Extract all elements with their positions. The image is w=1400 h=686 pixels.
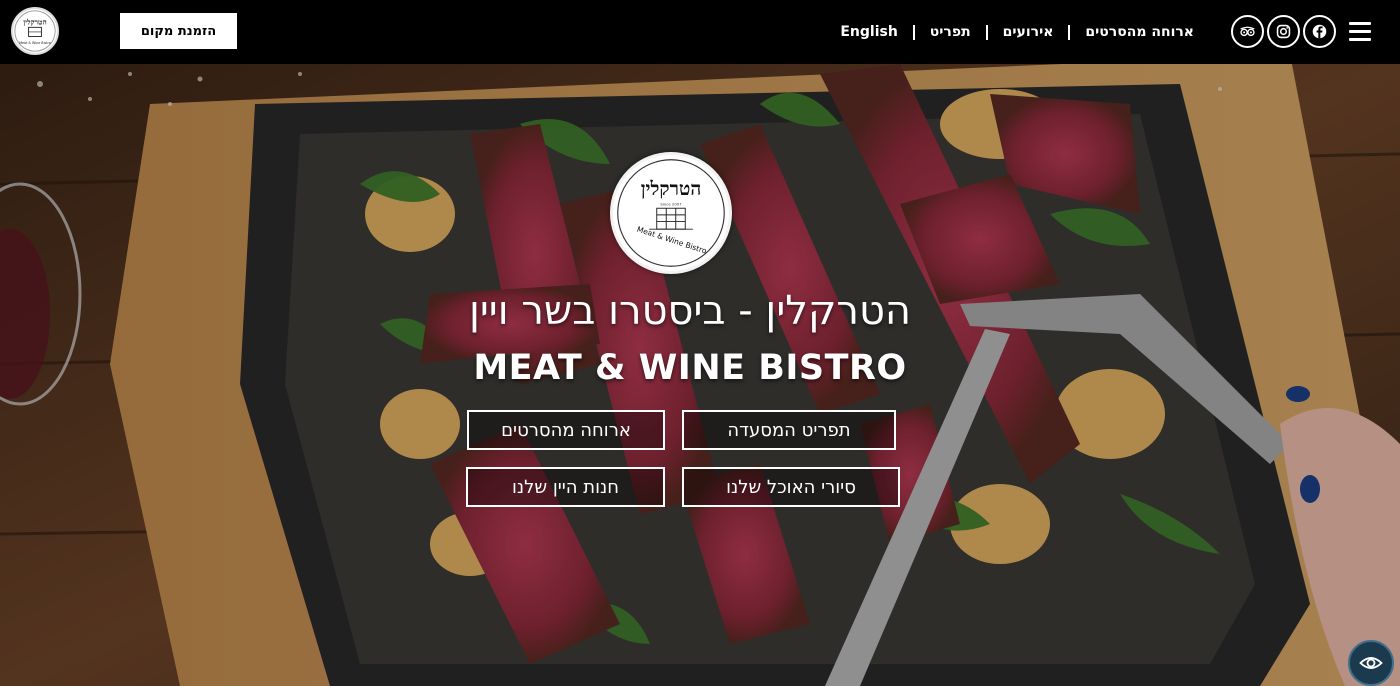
- restaurant-menu-button[interactable]: תפריט המסעדה: [682, 410, 896, 450]
- hero-subtitle: MEAT & WINE BISTRO: [473, 348, 907, 388]
- svg-text:Since 2007: Since 2007: [660, 201, 682, 206]
- food-tours-button[interactable]: סיורי האוכל שלנו: [682, 467, 900, 507]
- svg-text:Meat & Wine Bistro: Meat & Wine Bistro: [19, 41, 51, 45]
- site-header: הטרקלין Meat & Wine Bistro הזמנת מקום אר…: [0, 0, 1400, 64]
- hamburger-menu-icon[interactable]: [1349, 22, 1371, 42]
- nav-item-english[interactable]: English: [840, 24, 897, 40]
- movie-dinner-button[interactable]: ארוחה מהסרטים: [467, 410, 665, 450]
- hero-section: הטרקלין Since 2007 Meat & Wine Bistro הט…: [0, 64, 1400, 686]
- nav-divider: [912, 24, 915, 40]
- reserve-button[interactable]: הזמנת מקום: [120, 13, 237, 49]
- eye-icon[interactable]: [1348, 640, 1394, 686]
- main-nav: ארוחה מהסרטים אירועים תפריט English: [840, 0, 1194, 64]
- nav-divider: [985, 24, 988, 40]
- nav-item-events[interactable]: אירועים: [1003, 24, 1054, 40]
- nav-item-menu[interactable]: תפריט: [930, 24, 971, 40]
- wine-shop-button[interactable]: חנות היין שלנו: [466, 467, 665, 507]
- facebook-icon[interactable]: [1303, 15, 1336, 48]
- header-logo[interactable]: הטרקלין Meat & Wine Bistro: [11, 7, 59, 55]
- hero-title: הטרקלין - ביסטרו בשר ויין: [468, 288, 912, 334]
- nav-item-movie-dinner[interactable]: ארוחה מהסרטים: [1085, 24, 1194, 40]
- svg-text:הטרקלין: הטרקלין: [23, 18, 46, 27]
- nav-divider: [1068, 24, 1071, 40]
- hero-logo: הטרקלין Since 2007 Meat & Wine Bistro: [610, 152, 732, 274]
- svg-text:הטרקלין: הטרקלין: [641, 178, 702, 200]
- instagram-icon[interactable]: [1267, 15, 1300, 48]
- tripadvisor-icon[interactable]: [1231, 15, 1264, 48]
